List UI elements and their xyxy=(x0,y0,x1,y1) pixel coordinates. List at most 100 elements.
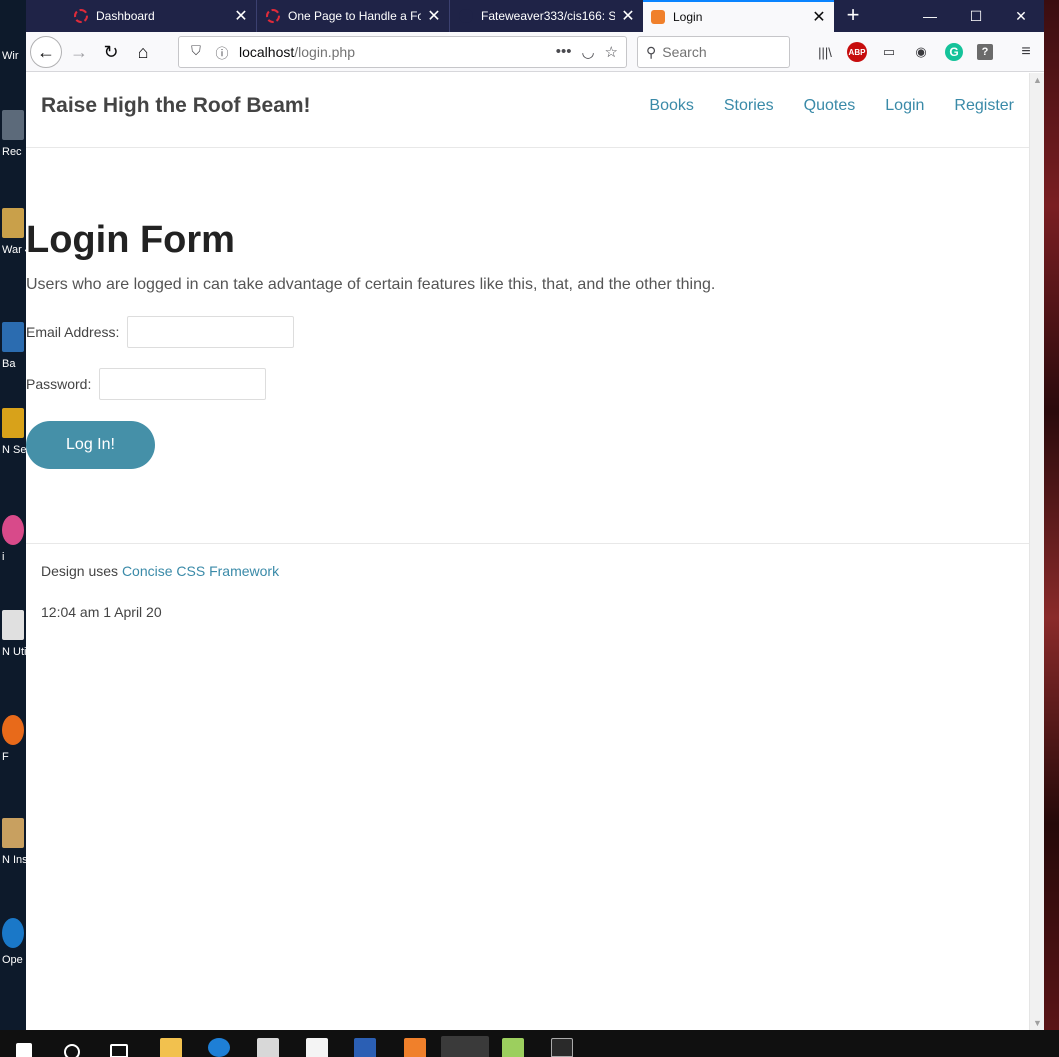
desktop-left-strip: Wir Rec War 40,0 Ba N Se i N Uti F N Ins… xyxy=(0,0,26,1030)
app-icon xyxy=(2,408,24,438)
page-content: Raise High the Roof Beam! Books Stories … xyxy=(26,73,1029,1030)
desktop-icon[interactable]: War 40,0 xyxy=(2,208,26,256)
app-icon xyxy=(2,610,24,640)
desktop-icon[interactable]: Ope xyxy=(2,918,26,966)
new-tab-icon[interactable]: + xyxy=(841,4,865,28)
search-input[interactable]: ⚲ Search xyxy=(637,36,790,68)
maximize-icon[interactable]: ☐ xyxy=(953,0,999,32)
back-icon[interactable]: ← xyxy=(30,36,62,68)
desktop-icon-label: Ope xyxy=(2,954,23,966)
account-icon[interactable]: ◉ xyxy=(909,40,933,64)
bookmark-star-icon[interactable]: ☆ xyxy=(605,43,618,61)
firefox-taskbar-icon[interactable] xyxy=(441,1036,489,1057)
app-icon xyxy=(2,818,24,848)
desktop-icon-label: Wir xyxy=(2,50,19,62)
scroll-down-icon[interactable]: ▼ xyxy=(1033,1018,1042,1028)
password-row: Password: xyxy=(26,368,267,400)
pocket-icon[interactable]: ◡ xyxy=(581,43,594,61)
page-actions-icon[interactable]: ••• xyxy=(556,43,572,61)
browser-window: Dashboard ✕ One Page to Handle a Fo ✕ Fa… xyxy=(26,0,1044,1030)
github-icon xyxy=(459,9,473,23)
site-footer: Design uses Concise CSS Framework 12:04 … xyxy=(26,543,1029,620)
reload-icon[interactable]: ↻ xyxy=(95,36,127,68)
desktop-icon[interactable]: N Se xyxy=(2,408,26,456)
desktop-icon[interactable]: Rec xyxy=(2,110,26,158)
nav-link-register[interactable]: Register xyxy=(954,97,1014,115)
email-row: Email Address: xyxy=(26,316,295,348)
search-taskbar-icon[interactable] xyxy=(64,1044,80,1057)
tab-label: Dashboard xyxy=(96,9,155,23)
page-title: Login Form xyxy=(26,219,235,261)
desktop-icon-label: i xyxy=(2,551,5,563)
close-tab-icon[interactable]: ✕ xyxy=(812,7,826,27)
grammarly-icon[interactable]: G xyxy=(945,43,963,61)
desktop-icon[interactable]: N Ins xyxy=(2,818,26,866)
tab-login[interactable]: Login ✕ xyxy=(643,0,834,32)
url-host: localhost xyxy=(239,44,295,60)
desktop-icon[interactable]: N Uti xyxy=(2,610,26,658)
tab-strip: Dashboard ✕ One Page to Handle a Fo ✕ Fa… xyxy=(26,0,1044,32)
word-icon[interactable] xyxy=(354,1038,376,1057)
email-field[interactable] xyxy=(127,316,295,348)
desktop-icon-label: Rec xyxy=(2,146,22,158)
desktop-icon-label: N Se xyxy=(2,444,26,456)
password-label: Password: xyxy=(26,376,92,392)
forward-icon[interactable]: → xyxy=(63,36,95,68)
footer-credit-prefix: Design uses xyxy=(41,563,122,579)
search-icon: ⚲ xyxy=(646,43,657,60)
desktop-icon[interactable]: F xyxy=(2,715,26,763)
library-icon[interactable]: |||\ xyxy=(813,40,837,64)
close-tab-icon[interactable]: ✕ xyxy=(621,6,635,26)
xampp-icon[interactable] xyxy=(404,1038,426,1057)
login-button[interactable]: Log In! xyxy=(26,421,155,469)
app-icon xyxy=(2,322,24,352)
tab-label: Fateweaver333/cis166: St xyxy=(481,9,615,23)
start-icon[interactable] xyxy=(16,1043,32,1057)
site-favicon-icon xyxy=(266,9,280,23)
terminal-icon[interactable] xyxy=(551,1038,573,1057)
nav-link-stories[interactable]: Stories xyxy=(724,97,774,115)
close-window-icon[interactable]: ✕ xyxy=(998,0,1044,32)
store-icon[interactable] xyxy=(257,1038,279,1057)
recycle-bin-icon xyxy=(2,110,24,140)
home-icon[interactable]: ⌂ xyxy=(127,36,159,68)
site-title[interactable]: Raise High the Roof Beam! xyxy=(41,94,311,118)
firefox-icon xyxy=(2,715,24,745)
nav-link-login[interactable]: Login xyxy=(885,97,924,115)
search-placeholder: Search xyxy=(662,44,707,60)
email-label: Email Address: xyxy=(26,324,120,340)
tab-one-page[interactable]: One Page to Handle a Fo ✕ xyxy=(258,0,450,32)
info-icon[interactable]: ⓘ xyxy=(213,43,231,61)
page-scrollbar[interactable]: ▲ ▼ xyxy=(1029,73,1044,1030)
close-tab-icon[interactable]: ✕ xyxy=(427,6,441,26)
desktop-icon[interactable]: i xyxy=(2,515,26,563)
url-path: /login.php xyxy=(294,44,355,60)
adblock-icon[interactable]: ABP xyxy=(847,42,867,62)
tab-dashboard[interactable]: Dashboard ✕ xyxy=(66,0,257,32)
desktop-icon[interactable]: Wir xyxy=(2,50,26,62)
help-extension-icon[interactable]: ? xyxy=(977,44,993,60)
menu-icon[interactable]: ≡ xyxy=(1014,40,1038,64)
edge-icon[interactable] xyxy=(208,1038,230,1057)
password-field[interactable] xyxy=(99,368,267,400)
site-favicon-icon xyxy=(74,9,88,23)
taskbar xyxy=(0,1030,1059,1057)
concise-css-link[interactable]: Concise CSS Framework xyxy=(122,563,279,579)
mail-icon[interactable] xyxy=(306,1038,328,1057)
tab-github[interactable]: Fateweaver333/cis166: St ✕ xyxy=(451,0,643,32)
reader-sidebar-icon[interactable]: ▭ xyxy=(877,40,901,64)
close-tab-icon[interactable]: ✕ xyxy=(234,6,248,26)
shield-icon[interactable]: ⛉ xyxy=(187,43,205,61)
desktop-icon[interactable]: Ba xyxy=(2,322,26,370)
task-view-icon[interactable] xyxy=(110,1044,128,1057)
footer-credit: Design uses Concise CSS Framework xyxy=(41,563,279,579)
url-bar[interactable]: ⛉ ⓘ localhost/login.php ••• ◡ ☆ xyxy=(178,36,627,68)
nav-link-quotes[interactable]: Quotes xyxy=(804,97,856,115)
site-header: Raise High the Roof Beam! Books Stories … xyxy=(26,73,1029,148)
minimize-icon[interactable]: — xyxy=(907,0,953,32)
nav-link-books[interactable]: Books xyxy=(649,97,693,115)
notepad-icon[interactable] xyxy=(502,1038,524,1057)
scroll-up-icon[interactable]: ▲ xyxy=(1033,75,1042,85)
file-explorer-icon[interactable] xyxy=(160,1038,182,1057)
app-icon xyxy=(2,208,24,238)
